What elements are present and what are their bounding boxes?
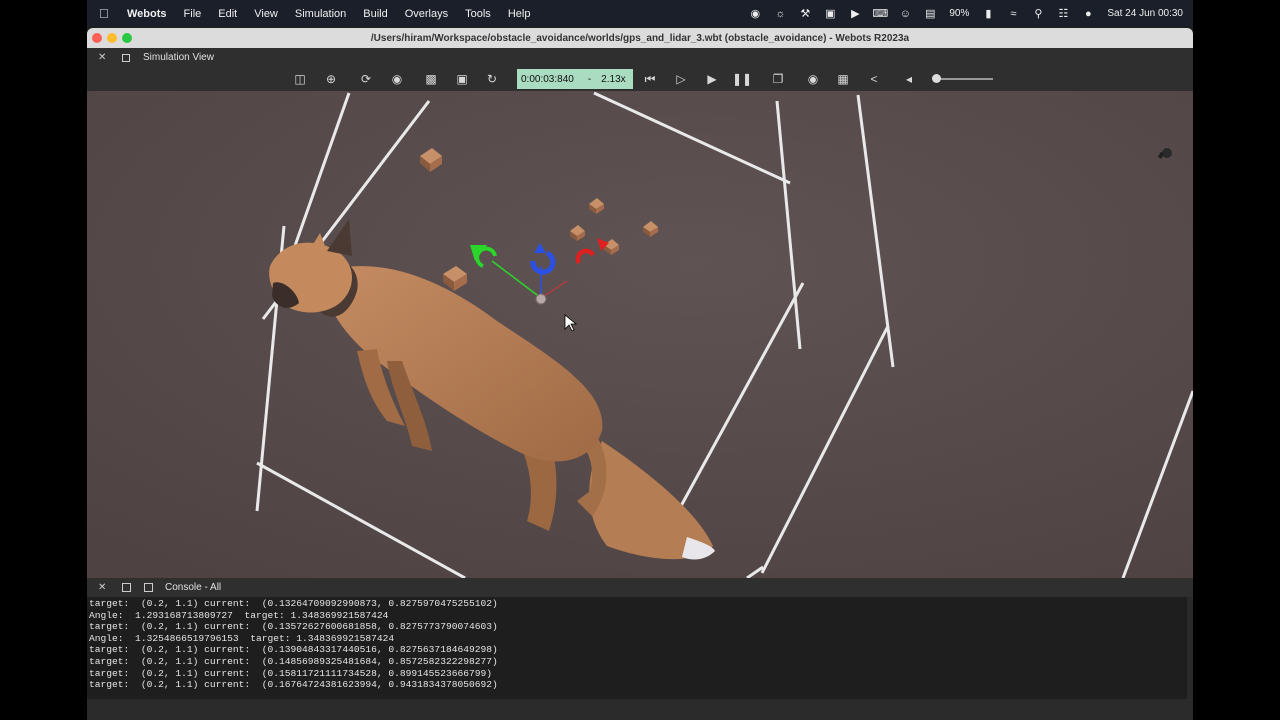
bed-icon[interactable]: ▤	[924, 8, 936, 20]
console-line: target: (0.2, 1.1) current: (0.148569893…	[89, 655, 498, 667]
keyboard-icon[interactable]: ⌨	[872, 8, 888, 20]
open-world-icon[interactable]: ▩	[423, 71, 439, 87]
console-header: ✕ Console - All	[87, 578, 1193, 597]
status-area: ◉ ☼ ⚒ ▣ ▶ ⌨ ☺ ▤ 90% ▮ ≈ ⚲ ☷ ● Sat 24 Jun…	[749, 0, 1183, 27]
simulation-time-display: 0:00:03:840 - 2.13x	[517, 69, 633, 89]
menu-overlays[interactable]: Overlays	[405, 8, 448, 20]
reset-simulation-icon[interactable]: ⏮	[642, 71, 658, 87]
float-icon[interactable]	[122, 583, 131, 592]
minimize-window-button[interactable]	[107, 33, 117, 43]
battery-icon[interactable]: ▮	[982, 8, 994, 20]
console-scrollbar[interactable]	[1187, 597, 1193, 699]
time-separator: -	[587, 73, 592, 85]
window-titlebar: /Users/hiram/Workspace/obstacle_avoidanc…	[87, 28, 1193, 48]
console-output[interactable]: target: (0.2, 1.1) current: (0.132647090…	[87, 597, 1187, 699]
clock[interactable]: Sat 24 Jun 00:30	[1107, 8, 1183, 19]
reload-world-icon[interactable]: ↻	[484, 71, 500, 87]
record-icon[interactable]: ◉	[749, 8, 761, 20]
float-icon[interactable]	[122, 53, 130, 62]
apple-icon[interactable]: 	[99, 6, 113, 21]
mute-icon[interactable]: ◂	[901, 71, 917, 87]
add-node-icon[interactable]: ⊕	[323, 71, 339, 87]
console-line: target: (0.2, 1.1) current: (0.132647090…	[89, 598, 498, 609]
close-window-button[interactable]	[92, 33, 102, 43]
step-icon[interactable]: ▷	[673, 71, 689, 87]
3d-viewport[interactable]	[87, 91, 1193, 578]
simulation-time: 0:00:03:840	[521, 73, 574, 85]
status-bar	[87, 699, 1193, 720]
console-line: target: (0.2, 1.1) current: (0.167647243…	[89, 679, 498, 691]
battery-percent: 90%	[949, 8, 970, 19]
console-line: Angle: 1.3254866519796153 target: 1.3483…	[89, 632, 395, 644]
menu-simulation[interactable]: Simulation	[295, 8, 346, 20]
robot[interactable]	[535, 293, 547, 305]
console-line: Angle: 1.293168713809727 target: 1.34836…	[89, 609, 389, 621]
menu-view[interactable]: View	[254, 8, 278, 20]
save-world-icon[interactable]: ▣	[454, 71, 470, 87]
maximize-icon[interactable]	[144, 583, 153, 592]
play-circle-icon[interactable]: ▶	[849, 8, 861, 20]
search-icon[interactable]: ⚲	[1032, 8, 1044, 20]
menu-bar:  Webots File Edit View Simulation Build…	[87, 0, 1193, 27]
menu-edit[interactable]: Edit	[218, 8, 237, 20]
brightness-icon[interactable]: ☼	[774, 8, 786, 20]
zoom-window-button[interactable]	[122, 33, 132, 43]
console-line: target: (0.2, 1.1) current: (0.139048433…	[89, 644, 498, 656]
console-line: target: (0.2, 1.1) current: (0.135726276…	[89, 621, 498, 633]
play-icon[interactable]: ▶	[704, 71, 720, 87]
control-center-icon[interactable]: ☷	[1057, 8, 1069, 20]
tool-icon[interactable]: ⚒	[799, 8, 811, 20]
scene-tree-toggle-icon[interactable]: ◫	[292, 71, 308, 87]
volume-slider[interactable]	[935, 78, 993, 80]
menu-tools[interactable]: Tools	[465, 8, 491, 20]
window-title: /Users/hiram/Workspace/obstacle_avoidanc…	[370, 32, 910, 44]
close-icon[interactable]: ✕	[98, 52, 108, 63]
volume-slider-handle[interactable]	[932, 74, 941, 83]
screen:  Webots File Edit View Simulation Build…	[87, 0, 1193, 720]
menu-build[interactable]: Build	[363, 8, 387, 20]
console-title: Console - All	[165, 582, 222, 593]
close-icon[interactable]: ✕	[98, 582, 108, 593]
display-icon[interactable]: ▣	[824, 8, 836, 20]
menu-webots[interactable]: Webots	[127, 8, 167, 20]
simulation-toolbar: ◫ ⊕ ⟳ ◉ ▩ ▣ ↻ 0:00:03:840 - 2.13x ⏮ ▷ ▶ …	[87, 67, 1193, 91]
share-icon[interactable]: <	[866, 71, 882, 87]
menu-file[interactable]: File	[184, 8, 202, 20]
simulation-view-title: Simulation View	[143, 52, 214, 63]
wifi-icon[interactable]: ≈	[1007, 8, 1019, 20]
pause-icon[interactable]: ❚❚	[732, 71, 752, 87]
siri-icon[interactable]: ●	[1082, 8, 1094, 20]
scene-render	[87, 91, 1193, 578]
menu-help[interactable]: Help	[508, 8, 531, 20]
console-line: target: (0.2, 1.1) current: (0.158117211…	[89, 667, 493, 679]
simulation-speed: 2.13x	[601, 73, 626, 85]
user-icon[interactable]: ☺	[899, 8, 911, 20]
eye-icon[interactable]: ◉	[389, 71, 405, 87]
record-movie-icon[interactable]: ▦	[835, 71, 851, 87]
screenshot-icon[interactable]: ◉	[805, 71, 821, 87]
simulation-view-header: ✕ Simulation View	[87, 48, 1193, 67]
reset-view-icon[interactable]: ⟳	[358, 71, 374, 87]
view-cube-icon[interactable]: ❐	[770, 71, 786, 87]
